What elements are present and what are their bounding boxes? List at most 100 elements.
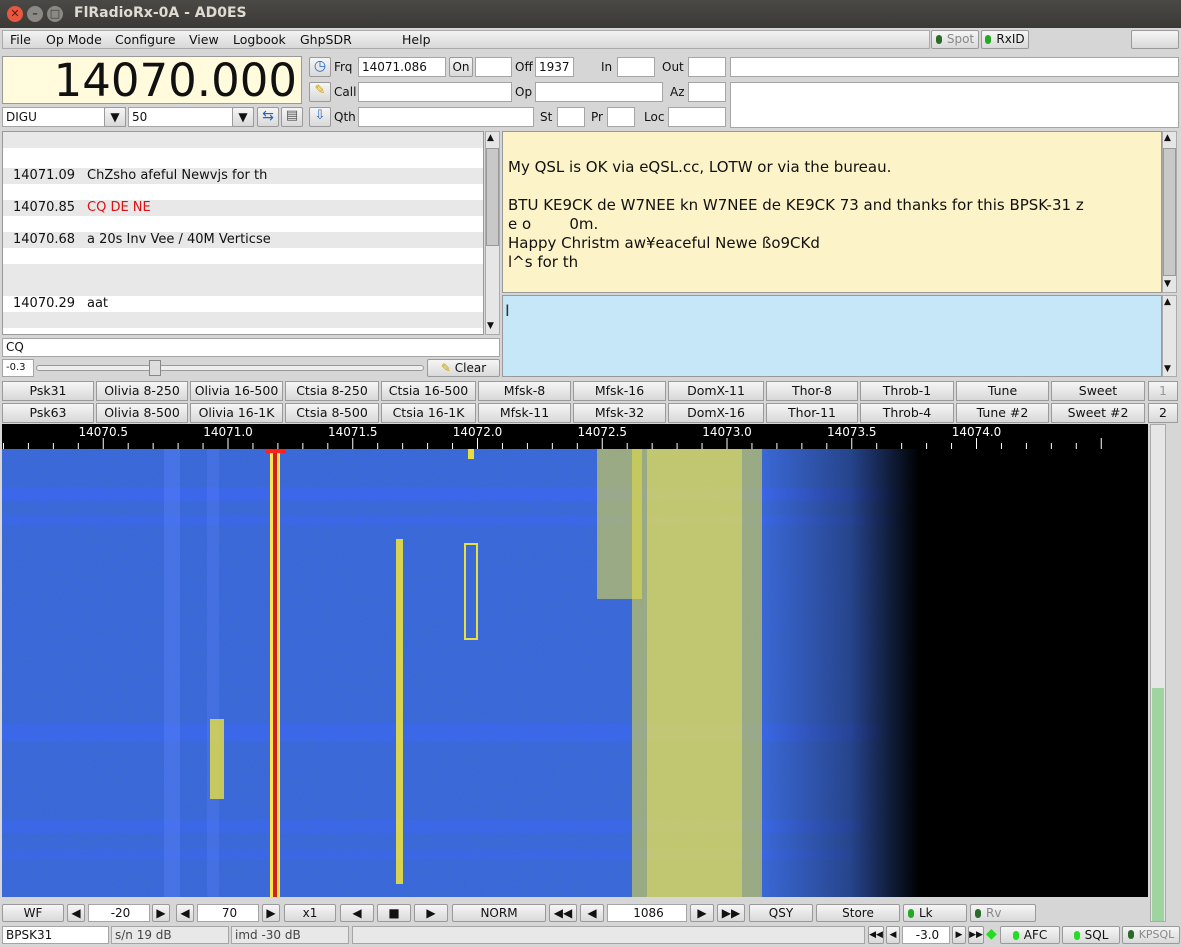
top-right-blank-button[interactable]	[1131, 30, 1179, 49]
out-field[interactable]	[688, 57, 726, 77]
sql-down-icon[interactable]: ◀	[886, 926, 900, 944]
macro-button-row1-3[interactable]: Ctsia 8-250	[285, 381, 379, 401]
macro-button-row1-2[interactable]: Olivia 16-500	[190, 381, 283, 401]
minimize-icon[interactable]: –	[27, 6, 43, 22]
mode-dropdown-icon[interactable]: ▼	[104, 107, 126, 127]
on-time-field[interactable]	[475, 57, 512, 77]
notes-area[interactable]	[730, 82, 1179, 128]
notes-icon[interactable]: ▤	[281, 107, 303, 127]
squelch-slider-handle[interactable]	[149, 360, 161, 376]
macro-button-row2-3[interactable]: Ctsia 8-500	[285, 403, 379, 423]
tx-scroll-up-icon[interactable]: ▲	[1164, 297, 1171, 307]
rxid-button[interactable]: RxID	[981, 30, 1029, 49]
rx-scroll-down-icon[interactable]: ▼	[1164, 279, 1171, 289]
macro-set-1-button[interactable]: 1	[1148, 381, 1178, 401]
clock-icon[interactable]: ◷	[309, 57, 331, 77]
scroll-thumb[interactable]	[486, 148, 499, 246]
menu-logbook[interactable]: Logbook	[233, 32, 286, 47]
signal-browser[interactable]: 14071.09 ChZsho afeful Newvjs for th 1407…	[2, 131, 484, 335]
macro-button-row2-7[interactable]: DomX-16	[668, 403, 764, 423]
macro-button-row1-11[interactable]: Sweet	[1051, 381, 1145, 401]
macro-button-row2-4[interactable]: Ctsia 16-1K	[381, 403, 476, 423]
ref-level-field[interactable]: -20	[88, 904, 150, 922]
status-mode[interactable]: BPSK31	[2, 926, 109, 944]
lock-button[interactable]: Lk	[903, 904, 967, 922]
menu-view[interactable]: View	[189, 32, 219, 47]
step-right-icon[interactable]: ▶	[690, 904, 714, 922]
spot-button[interactable]: Spot	[931, 30, 979, 49]
bandwidth-dropdown-icon[interactable]: ▼	[232, 107, 254, 127]
sync-icon[interactable]: ⇆	[257, 107, 279, 127]
menu-configure[interactable]: Configure	[115, 32, 176, 47]
qth-field[interactable]	[358, 107, 534, 127]
clear-log-icon[interactable]: ✎	[309, 82, 331, 102]
macro-button-row2-0[interactable]: Psk63	[2, 403, 94, 423]
qsy-button[interactable]: QSY	[749, 904, 813, 922]
zoom-button[interactable]: x1	[284, 904, 336, 922]
close-icon[interactable]: ✕	[7, 6, 23, 22]
norm-button[interactable]: NORM	[452, 904, 546, 922]
scroll-down-icon[interactable]: ▼	[487, 321, 494, 331]
macro-button-row2-1[interactable]: Olivia 8-500	[96, 403, 188, 423]
carrier-field[interactable]: 1086	[607, 904, 687, 922]
afc-button[interactable]: AFC	[1000, 926, 1060, 944]
reverse-button[interactable]: Rv	[970, 904, 1036, 922]
macro-button-row1-10[interactable]: Tune	[956, 381, 1049, 401]
kpsql-button[interactable]: KPSQL	[1122, 926, 1180, 944]
sql-value-field[interactable]: -3.0	[902, 926, 950, 944]
scroll-up-icon[interactable]: ▲	[487, 133, 494, 143]
range-up-icon[interactable]: ▶	[262, 904, 280, 922]
macro-button-row2-2[interactable]: Olivia 16-1K	[190, 403, 283, 423]
ref-down-icon[interactable]: ◀	[67, 904, 85, 922]
list-item[interactable]: 14070.68 a 20s Inv Vee / 40M Verticse	[3, 232, 483, 248]
op-field[interactable]	[535, 82, 663, 102]
macro-button-row2-8[interactable]: Thor-11	[766, 403, 858, 423]
macro-button-row1-8[interactable]: Thor-8	[766, 381, 858, 401]
macro-button-row1-5[interactable]: Mfsk-8	[478, 381, 571, 401]
list-item[interactable]: 14070.29 aat	[3, 296, 483, 312]
call-field[interactable]	[358, 82, 512, 102]
macro-button-row2-10[interactable]: Tune #2	[956, 403, 1049, 423]
macro-button-row1-6[interactable]: Mfsk-16	[573, 381, 666, 401]
frq-field[interactable]: 14071.086	[358, 57, 446, 77]
macro-button-row1-1[interactable]: Olivia 8-250	[96, 381, 188, 401]
off-field[interactable]: 1937	[535, 57, 574, 77]
macro-button-row1-4[interactable]: Ctsia 16-500	[381, 381, 476, 401]
notes-field[interactable]	[730, 57, 1179, 77]
right-icon[interactable]: ▶	[414, 904, 448, 922]
fast-right-icon[interactable]: ▶▶	[717, 904, 745, 922]
store-button[interactable]: Store	[816, 904, 900, 922]
fast-left-icon[interactable]: ◀◀	[549, 904, 577, 922]
save-log-icon[interactable]: ⇩	[309, 107, 331, 127]
sql-fast-down-icon[interactable]: ◀◀	[868, 926, 884, 944]
range-field[interactable]: 70	[197, 904, 259, 922]
receive-text-panel[interactable]: My QSL is OK via eQSL.cc, LOTW or via th…	[502, 131, 1162, 293]
st-field[interactable]	[557, 107, 585, 127]
wf-vertical-scrollbar[interactable]	[1150, 424, 1166, 922]
maximize-icon[interactable]: □	[47, 6, 63, 22]
clear-button[interactable]: ✎ Clear	[427, 359, 500, 377]
macro-button-row2-9[interactable]: Throb-4	[860, 403, 954, 423]
macro-button-row1-9[interactable]: Throb-1	[860, 381, 954, 401]
frequency-display[interactable]: 14070.000	[2, 56, 302, 105]
sql-up-icon[interactable]: ▶	[952, 926, 966, 944]
rx-scroll-up-icon[interactable]: ▲	[1164, 133, 1171, 143]
menu-ghpsdr[interactable]: GhpSDR	[300, 32, 352, 47]
transmit-text-panel[interactable]	[502, 295, 1162, 377]
search-input[interactable]: CQ	[2, 338, 500, 357]
range-down-icon[interactable]: ◀	[176, 904, 194, 922]
az-field[interactable]	[688, 82, 726, 102]
frequency-ruler[interactable]: 14070.5 14071.0 14071.5 14072.0 14072.5 14073…	[2, 424, 1148, 449]
in-field[interactable]	[617, 57, 655, 77]
list-item[interactable]: 14070.85 CQ DE NE	[3, 200, 483, 216]
stop-icon[interactable]: ■	[377, 904, 411, 922]
sql-fast-up-icon[interactable]: ▶▶	[968, 926, 984, 944]
left-icon[interactable]: ◀	[340, 904, 374, 922]
tx-scroll-down-icon[interactable]: ▼	[1164, 364, 1171, 374]
loc-field[interactable]	[668, 107, 726, 127]
waterfall-display[interactable]	[2, 449, 1148, 897]
macro-button-row1-0[interactable]: Psk31	[2, 381, 94, 401]
sql-button[interactable]: SQL	[1062, 926, 1120, 944]
rx-scroll-thumb[interactable]	[1163, 148, 1176, 276]
macro-button-row2-5[interactable]: Mfsk-11	[478, 403, 571, 423]
